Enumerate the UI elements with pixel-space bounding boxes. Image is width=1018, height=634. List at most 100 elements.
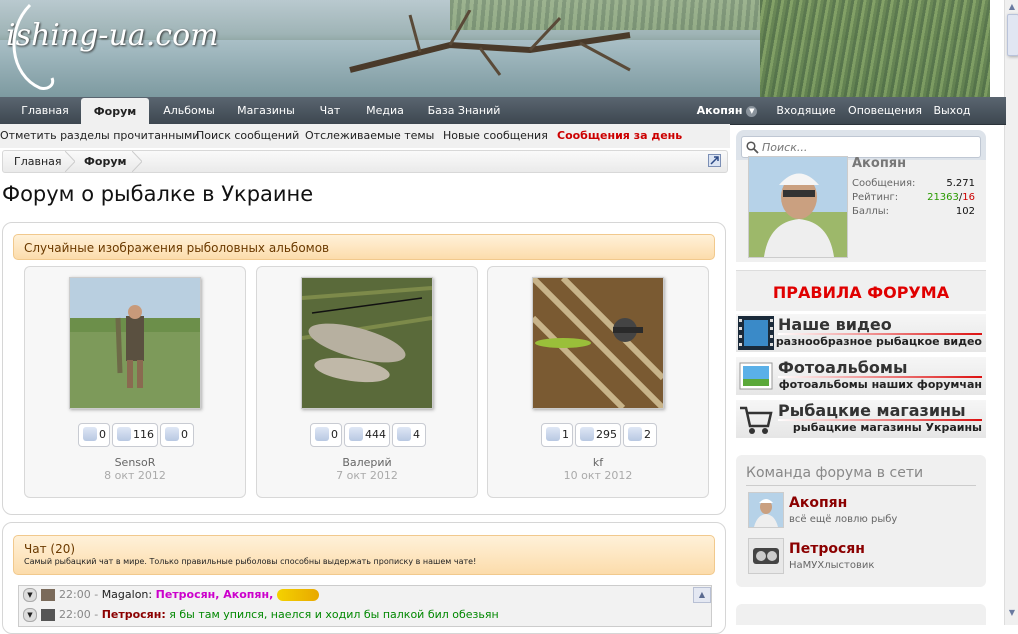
- avatar[interactable]: [748, 538, 784, 574]
- avatar[interactable]: [41, 589, 55, 601]
- sidebar-next-panel: [736, 604, 986, 625]
- staff-online-panel: Команда форума в сети Акопян всё ещё лов…: [736, 455, 986, 587]
- staff-heading: Команда форума в сети: [746, 465, 924, 481]
- comment-icon: [315, 427, 329, 441]
- breadcrumb-separator-icon: [65, 151, 75, 172]
- film-icon: [738, 316, 774, 350]
- tab-shops[interactable]: Магазины: [233, 97, 299, 124]
- chat-separator: -: [94, 608, 99, 621]
- scroll-up-icon[interactable]: ▲: [1007, 2, 1017, 12]
- tab-knowledge[interactable]: База Знаний: [424, 97, 504, 124]
- messages-value[interactable]: 5.271: [915, 178, 975, 189]
- header-banner: ishing-ua.com: [0, 0, 990, 97]
- album-date: 8 окт 2012: [104, 469, 166, 482]
- chat-heading: Чат (20) Самый рыбацкий чат в мире. Толь…: [13, 535, 715, 575]
- alerts-link[interactable]: Оповещения: [846, 97, 924, 124]
- main-nav: Главная Форум Альбомы Магазины Чат Медиа…: [0, 97, 1006, 125]
- avatar[interactable]: [748, 156, 848, 258]
- album-author[interactable]: Валерий: [257, 456, 477, 469]
- forum-rules-banner[interactable]: ПРАВИЛА ФОРУМА: [736, 270, 986, 311]
- likes-count[interactable]: 2: [623, 423, 657, 447]
- jump-to-icon[interactable]: [708, 154, 721, 167]
- staff-name[interactable]: Петросян: [789, 541, 865, 557]
- scroll-thumb[interactable]: [1007, 14, 1018, 56]
- chat-author[interactable]: Magalon:: [102, 588, 152, 601]
- album-date: 10 окт 2012: [563, 469, 633, 482]
- tab-chat[interactable]: Чат: [312, 97, 348, 124]
- tab-forum[interactable]: Форум: [81, 98, 149, 124]
- chat-scroll-up-icon[interactable]: ▲: [693, 587, 711, 603]
- photo-albums-promo[interactable]: Фотоальбомы фотоальбомы наших форумчан: [736, 357, 986, 395]
- chat-subtitle: Самый рыбацкий чат в мире. Только правил…: [24, 557, 477, 566]
- search-box[interactable]: [741, 136, 981, 158]
- breadcrumb-home[interactable]: Главная: [14, 155, 62, 168]
- messages-label: Сообщения:: [852, 178, 916, 189]
- rating-value[interactable]: 21363/16: [915, 192, 975, 203]
- staff-name[interactable]: Акопян: [789, 495, 847, 511]
- comments-count[interactable]: 0: [310, 423, 342, 447]
- video-promo[interactable]: Наше видео разнообразное рыбацкое видео: [736, 314, 986, 352]
- photo-icon: [739, 362, 773, 390]
- breadcrumb-forum[interactable]: Форум: [84, 155, 127, 168]
- scroll-down-icon[interactable]: ▼: [1007, 608, 1017, 618]
- eye-icon: [580, 427, 594, 441]
- tab-albums[interactable]: Альбомы: [155, 97, 223, 124]
- chevron-down-icon[interactable]: ▼: [23, 608, 37, 622]
- views-count: 295: [575, 423, 621, 447]
- eye-icon: [349, 427, 363, 441]
- chat-author[interactable]: Петросян:: [102, 608, 166, 621]
- album-author[interactable]: kf: [488, 456, 708, 469]
- comments-count[interactable]: 1: [541, 423, 573, 447]
- album-photo[interactable]: [69, 277, 201, 409]
- daily-posts-link[interactable]: Сообщения за день: [557, 129, 682, 142]
- promo-title: Фотоальбомы: [778, 358, 908, 377]
- likes-count[interactable]: 4: [392, 423, 426, 447]
- album-photo[interactable]: [532, 277, 664, 409]
- album-card: 1 295 2 kf 10 окт 2012: [487, 266, 709, 498]
- breadcrumb-separator-icon: [132, 151, 142, 172]
- watched-threads-link[interactable]: Отслеживаемые темы: [305, 129, 434, 142]
- search-posts-link[interactable]: Поиск сообщений: [196, 129, 299, 142]
- tab-home[interactable]: Главная: [12, 97, 78, 124]
- thumbs-up-icon: [165, 427, 179, 441]
- thumbs-up-icon: [397, 427, 411, 441]
- mark-read-link[interactable]: Отметить разделы прочитанными: [0, 129, 199, 142]
- chat-mentions[interactable]: Петросян, Акопян,: [156, 588, 274, 601]
- chat-title[interactable]: Чат (20): [24, 542, 714, 556]
- album-card: 0 116 0 SensoR 8 окт 2012: [24, 266, 246, 498]
- album-author[interactable]: SensoR: [25, 456, 245, 469]
- nav-user-menu[interactable]: Акопян ▼: [692, 97, 762, 124]
- inbox-link[interactable]: Входящие: [772, 97, 840, 124]
- avatar[interactable]: [748, 492, 784, 528]
- chat-time: 22:00: [59, 588, 91, 601]
- promo-subtitle: разнообразное рыбацкое видео: [775, 335, 982, 348]
- album-photo[interactable]: [301, 277, 433, 409]
- chat-message: ▼ 22:00 - Magalon: Петросян, Акопян,: [23, 586, 319, 604]
- shops-promo[interactable]: Рыбацкие магазины рыбацкие магазины Укра…: [736, 400, 986, 438]
- chat-message: ▼ 22:00 - Петросян: я бы там упился, наел…: [23, 606, 499, 624]
- chat-separator: -: [94, 588, 99, 601]
- comment-icon: [546, 427, 560, 441]
- albums-panel: Случайные изображения рыболовных альбомо…: [2, 222, 726, 515]
- logout-link[interactable]: Выход: [930, 97, 974, 124]
- chevron-down-icon[interactable]: ▼: [23, 588, 37, 602]
- avatar[interactable]: [41, 609, 55, 621]
- likes-count[interactable]: 0: [160, 423, 194, 447]
- driftwood-image: [349, 10, 631, 76]
- staff-status: всё ещё ловлю рыбу: [789, 514, 898, 525]
- search-input[interactable]: [762, 140, 972, 154]
- smiley-icon: [276, 589, 319, 601]
- fishhook-icon: [12, 3, 55, 90]
- user-name[interactable]: Акопян: [852, 156, 906, 171]
- page-scrollbar[interactable]: ▲ ▼: [1004, 0, 1018, 625]
- thumbs-up-icon: [628, 427, 642, 441]
- comments-count[interactable]: 0: [78, 423, 110, 447]
- new-posts-link[interactable]: Новые сообщения: [443, 129, 548, 142]
- album-card: 0 444 4 Валерий 7 окт 2012: [256, 266, 478, 498]
- chevron-down-icon: ▼: [746, 105, 758, 117]
- tab-media[interactable]: Медиа: [362, 97, 408, 124]
- sub-nav: Отметить разделы прочитанными Поиск сооб…: [0, 124, 730, 148]
- chat-time: 22:00: [59, 608, 91, 621]
- eye-icon: [117, 427, 131, 441]
- shopping-cart-icon: [740, 406, 773, 434]
